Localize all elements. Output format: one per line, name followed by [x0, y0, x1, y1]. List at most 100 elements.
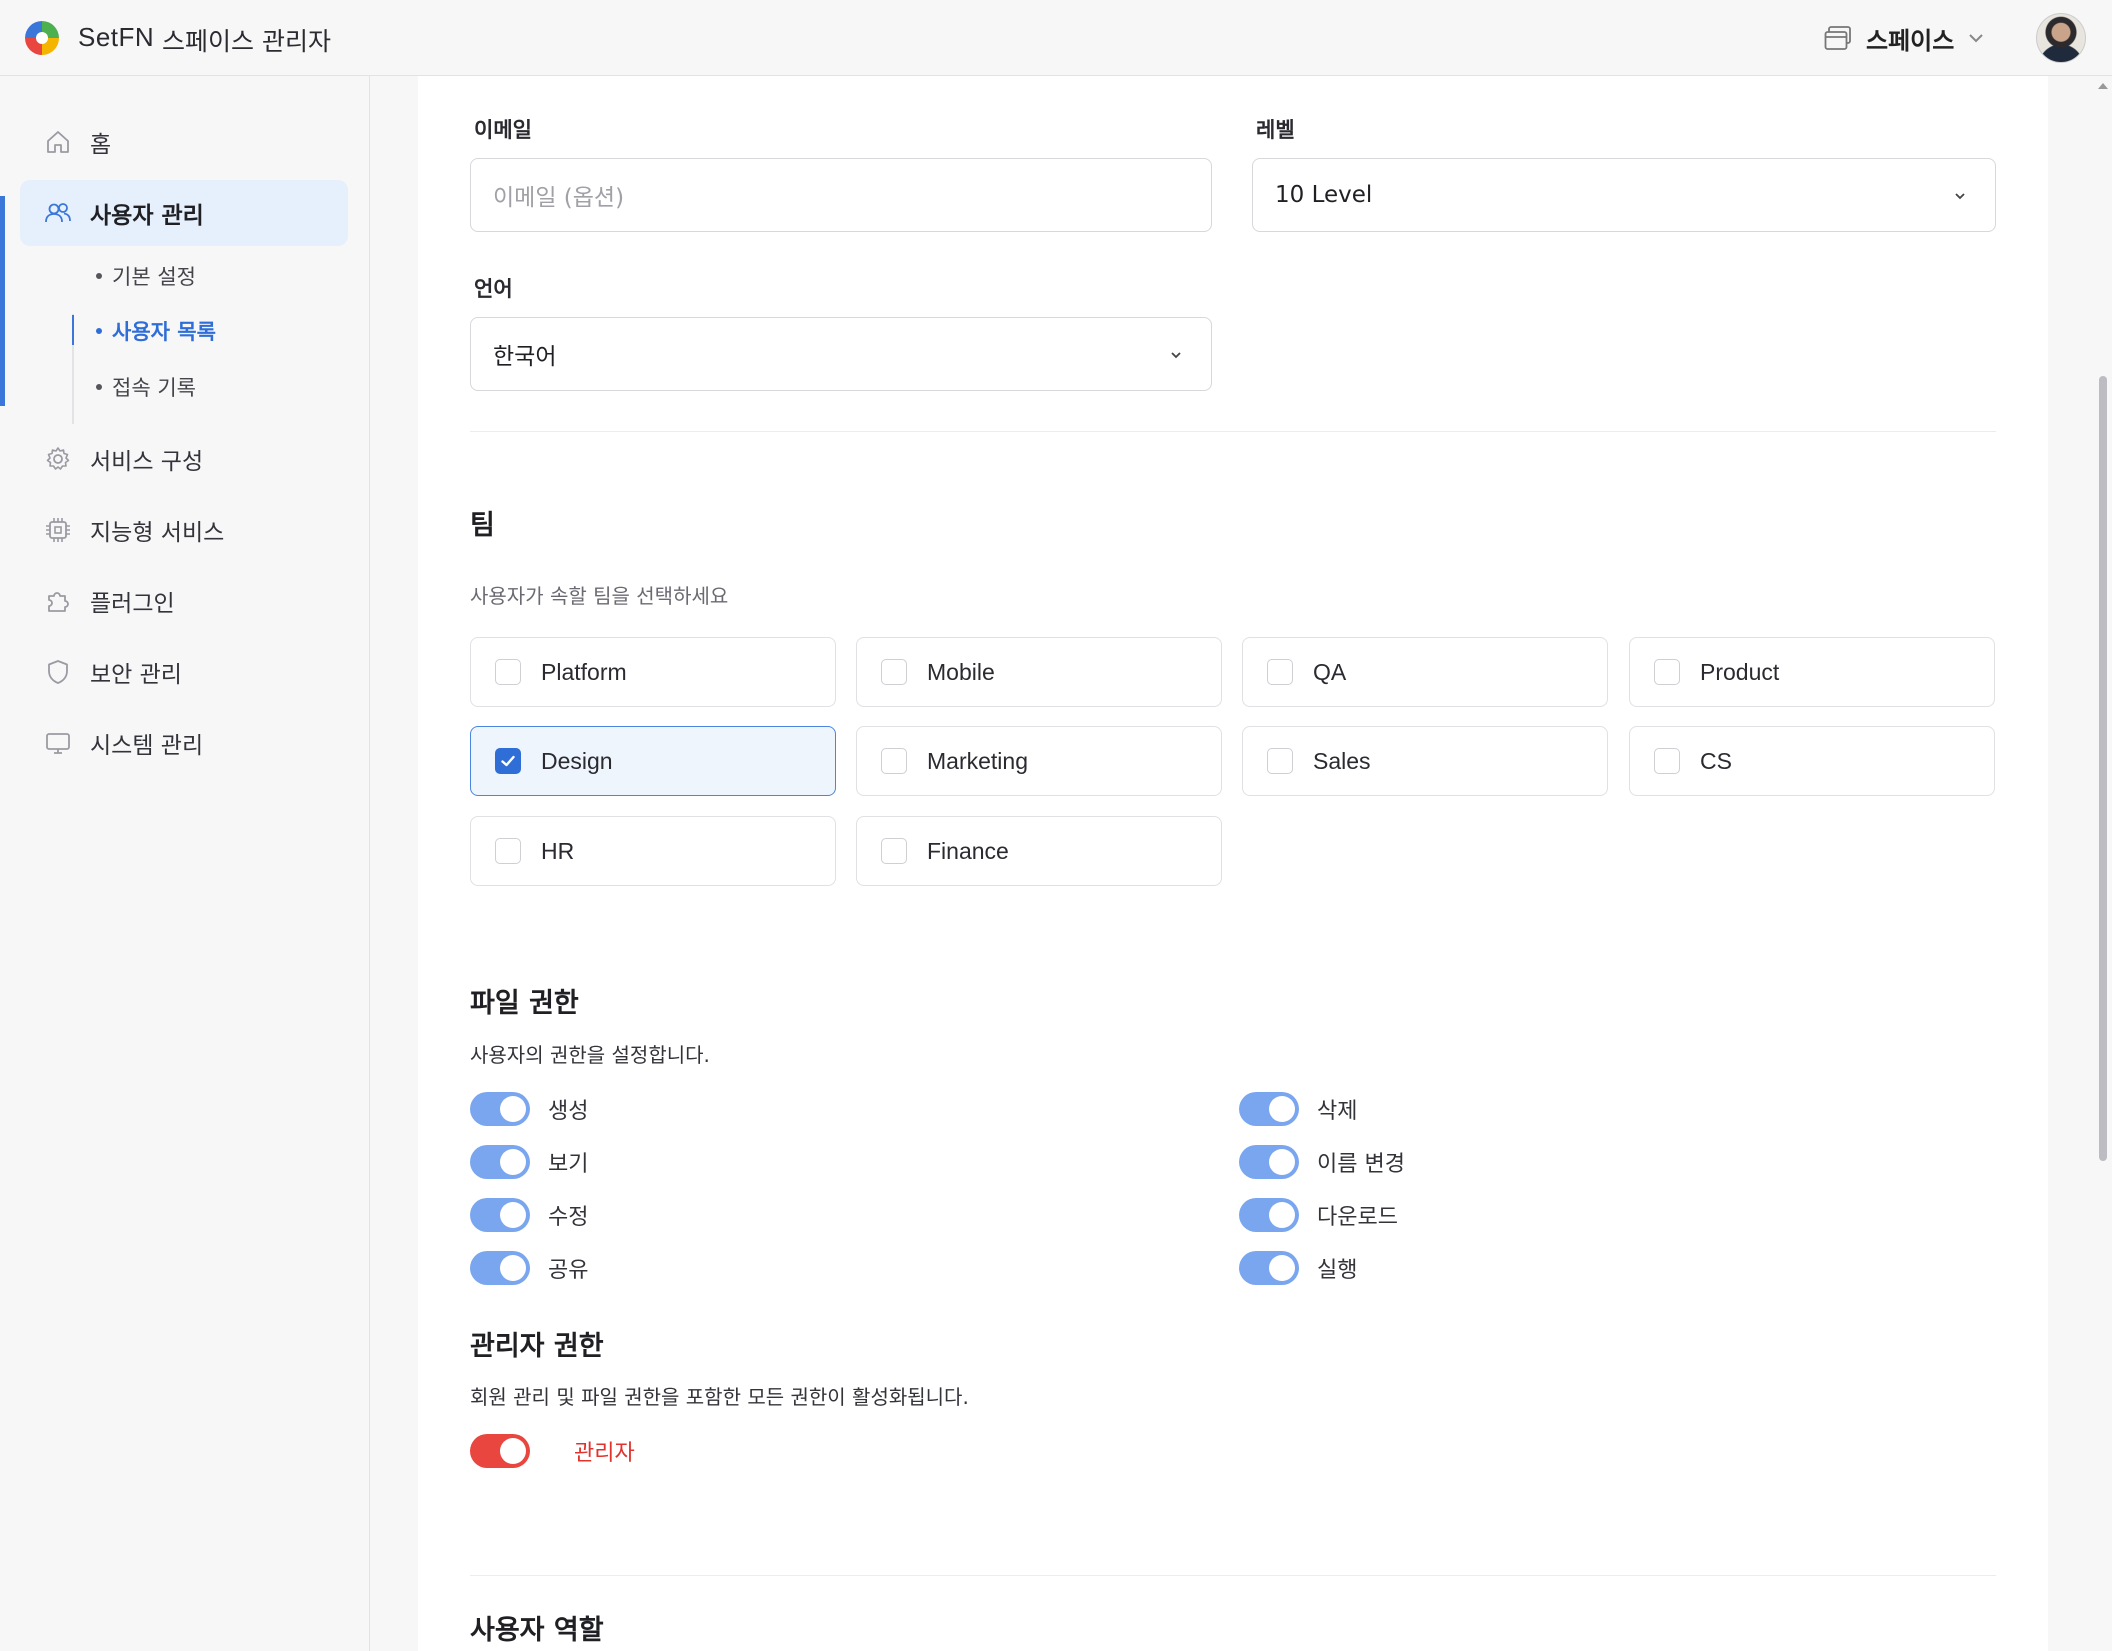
permission-delete[interactable]: 삭제 [1239, 1092, 1357, 1126]
sidebar-item-services[interactable]: 서비스 구성 [20, 426, 348, 492]
avatar[interactable] [2036, 13, 2086, 63]
team-name: Marketing [927, 747, 1028, 774]
team-card-qa[interactable]: QA [1242, 637, 1608, 707]
home-icon [47, 131, 69, 153]
admin-permissions-title: 관리자 권한 [470, 1331, 604, 1362]
team-name: Platform [541, 658, 627, 685]
sidebar-item-label: 보안 관리 [90, 662, 182, 688]
toggle-switch[interactable] [470, 1251, 530, 1285]
permission-create[interactable]: 생성 [470, 1092, 588, 1126]
team-card-finance[interactable]: Finance [856, 816, 1222, 886]
checkbox[interactable] [881, 838, 907, 864]
space-selector[interactable]: 스페이스 [1824, 18, 1984, 58]
team-name: Product [1700, 658, 1780, 685]
sidebar-item-label: 홈 [90, 132, 112, 158]
team-card-marketing[interactable]: Marketing [856, 726, 1222, 796]
language-select[interactable]: 한국어 [470, 317, 1212, 391]
team-card-hr[interactable]: HR [470, 816, 836, 886]
permission-download[interactable]: 다운로드 [1239, 1198, 1398, 1232]
checkbox[interactable] [1267, 748, 1293, 774]
scrollbar-thumb[interactable] [2099, 376, 2107, 1161]
sidebar-item-label: 지능형 서비스 [90, 520, 225, 546]
subitem-user-list[interactable]: 사용자 목록 [96, 316, 216, 346]
email-label: 이메일 [474, 118, 532, 142]
sidebar: 홈 사용자 관리 기본 설정 사용자 목록 접속 기록 서비스 구성 지능형 서… [0, 76, 370, 1651]
admin-toggle-label: 관리자 [574, 1441, 635, 1466]
brand-name: SetFN [78, 22, 155, 52]
team-card-platform[interactable]: Platform [470, 637, 836, 707]
email-input[interactable]: 이메일 (옵션) [470, 158, 1212, 232]
team-name: Mobile [927, 658, 995, 685]
permission-label: 공유 [548, 1258, 589, 1283]
checkbox[interactable] [495, 838, 521, 864]
bullet [96, 384, 102, 390]
level-value: 10 Level [1275, 182, 1373, 208]
sidebar-item-users[interactable]: 사용자 관리 [20, 180, 348, 246]
permission-label: 보기 [548, 1152, 589, 1177]
subitem-basic-settings[interactable]: 기본 설정 [96, 261, 196, 291]
chevron-down-icon [1969, 34, 1984, 43]
section-divider [470, 431, 1996, 432]
level-select[interactable]: 10 Level [1252, 158, 1996, 232]
bullet [96, 328, 102, 334]
checkbox[interactable] [1654, 748, 1680, 774]
checkbox[interactable] [1267, 659, 1293, 685]
setfn-logo-icon[interactable] [24, 20, 60, 56]
team-card-cs[interactable]: CS [1629, 726, 1995, 796]
checkbox[interactable] [495, 659, 521, 685]
sidebar-item-label: 사용자 관리 [90, 203, 204, 229]
sidebar-item-security[interactable]: 보안 관리 [20, 639, 348, 705]
admin-toggle-switch[interactable] [470, 1434, 530, 1468]
toggle-switch[interactable] [1239, 1198, 1299, 1232]
permission-view[interactable]: 보기 [470, 1145, 588, 1179]
scroll-up-icon[interactable] [2097, 80, 2109, 92]
main-vertical-scrollbar[interactable] [2094, 76, 2112, 1651]
sidebar-item-label: 서비스 구성 [90, 449, 204, 475]
sidebar-item-system[interactable]: 시스템 관리 [20, 710, 348, 776]
chevron-down-icon [1955, 193, 1965, 200]
team-card-product[interactable]: Product [1629, 637, 1995, 707]
team-name: CS [1700, 747, 1732, 774]
permission-share[interactable]: 공유 [470, 1251, 588, 1285]
teams-title: 팀 [470, 510, 495, 541]
puzzle-icon [48, 592, 69, 612]
toggle-switch[interactable] [1239, 1251, 1299, 1285]
level-label: 레벨 [1256, 118, 1295, 142]
checkbox[interactable] [1654, 659, 1680, 685]
file-permissions-description: 사용자의 권한을 설정합니다. [470, 1043, 710, 1067]
team-card-design[interactable]: Design [470, 726, 836, 796]
sidebar-item-home[interactable]: 홈 [20, 109, 348, 175]
permission-label: 실행 [1317, 1258, 1358, 1283]
sidebar-item-intelligent[interactable]: 지능형 서비스 [20, 497, 348, 563]
checkbox[interactable] [881, 748, 907, 774]
toggle-switch[interactable] [470, 1198, 530, 1232]
toggle-switch[interactable] [1239, 1145, 1299, 1179]
team-card-sales[interactable]: Sales [1242, 726, 1608, 796]
bullet [96, 273, 102, 279]
sidebar-item-label: 플러그인 [90, 591, 175, 617]
permission-admin[interactable]: 관리자 [470, 1434, 635, 1468]
toggle-switch[interactable] [470, 1145, 530, 1179]
app-subtitle: 스페이스 관리자 [162, 27, 331, 56]
subitem-access-log[interactable]: 접속 기록 [96, 372, 196, 402]
checkbox-checked[interactable] [495, 748, 521, 774]
permission-rename[interactable]: 이름 변경 [1239, 1145, 1405, 1179]
main-content: 이메일 이메일 (옵션) 레벨 10 Level 언어 한국어 팀 사용자가 속… [418, 76, 2048, 1651]
permission-edit[interactable]: 수정 [470, 1198, 588, 1232]
permission-execute[interactable]: 실행 [1239, 1251, 1357, 1285]
section-divider [470, 1575, 1996, 1576]
file-permissions-title: 파일 권한 [470, 988, 579, 1019]
toggle-switch[interactable] [470, 1092, 530, 1126]
active-indicator [0, 196, 5, 406]
teams-description: 사용자가 속할 팀을 선택하세요 [470, 584, 729, 608]
checkbox[interactable] [881, 659, 907, 685]
user-role-title: 사용자 역할 [470, 1615, 604, 1646]
toggle-switch[interactable] [1239, 1092, 1299, 1126]
sidebar-item-plugins[interactable]: 플러그인 [20, 568, 348, 634]
language-label: 언어 [474, 277, 513, 301]
team-card-mobile[interactable]: Mobile [856, 637, 1222, 707]
subitem-label: 접속 기록 [112, 376, 196, 400]
submenu-active-line [72, 315, 74, 345]
email-placeholder: 이메일 (옵션) [493, 185, 625, 211]
permission-label: 삭제 [1317, 1099, 1358, 1124]
